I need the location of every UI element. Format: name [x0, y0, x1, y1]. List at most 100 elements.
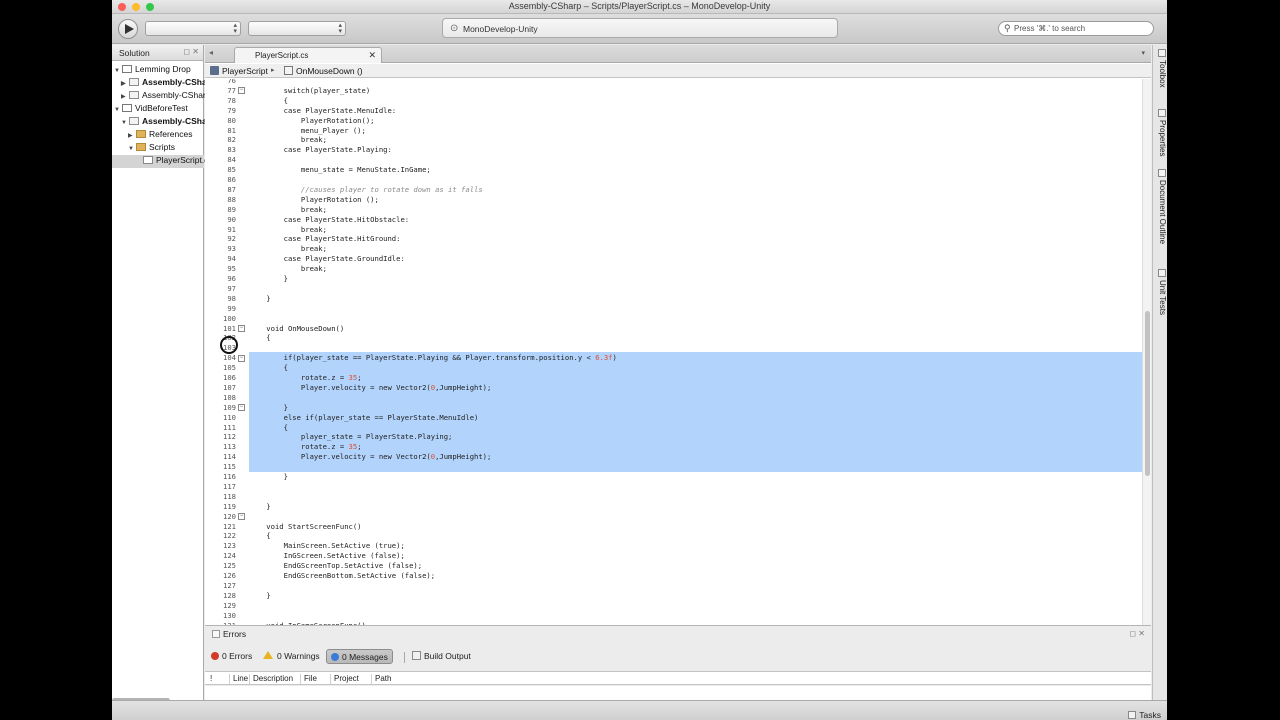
line-number: 92 [227, 234, 236, 244]
warnings-count-label: 0 Warnings [277, 651, 320, 661]
dock-tab-icon [1158, 169, 1166, 177]
configuration-select[interactable]: ▴ ▾ [145, 21, 241, 36]
search-input[interactable]: ⚲ Press '⌘.' to search [998, 21, 1154, 36]
line-number: 130 [223, 610, 236, 620]
line-number: 117 [223, 481, 236, 491]
tree-item[interactable]: PlayerScript.cs [135, 155, 213, 168]
tree-item[interactable]: ▼ VidBeforeTest [114, 103, 188, 116]
info-icon [331, 653, 339, 661]
project-icon [129, 91, 139, 99]
tree-item[interactable]: ▼ Assembly-CSharp [121, 116, 215, 129]
expanded-triangle-icon[interactable]: ▼ [121, 120, 129, 126]
line-number: 80 [227, 115, 236, 125]
fold-toggle-icon[interactable]: − [238, 404, 245, 412]
line-number: 99 [227, 303, 236, 313]
errors-title: Errors [223, 629, 247, 639]
line-number: 108 [223, 392, 236, 402]
scrollbar-thumb[interactable] [1145, 311, 1150, 476]
dock-tab-label: Toolbox [1158, 60, 1167, 88]
line-number: 91 [227, 224, 236, 234]
expanded-triangle-icon[interactable]: ▼ [114, 107, 122, 113]
fold-toggle-icon[interactable]: − [238, 87, 245, 95]
line-number: 105 [223, 363, 236, 373]
code-line: player_state = PlayerState.Playing; [249, 432, 453, 442]
breadcrumb-class-label: PlayerScript [222, 66, 268, 76]
tree-item[interactable]: ▼ Lemming Drop [114, 64, 191, 77]
code-line: case PlayerState.HitGround: [249, 234, 401, 244]
column-header[interactable]: Project [330, 674, 359, 684]
fold-toggle-icon[interactable]: − [238, 513, 245, 521]
close-tab-icon[interactable]: ✕ [368, 50, 376, 61]
tree-item[interactable]: ▼ Scripts [128, 142, 175, 155]
line-number: 86 [227, 175, 236, 184]
project-icon [129, 117, 139, 125]
code-line: case PlayerState.GroundIdle: [249, 254, 405, 264]
code-line: { [249, 333, 271, 343]
tree-item[interactable]: ▶ References [128, 129, 192, 142]
code-line: { [249, 531, 271, 541]
collapsed-triangle-icon[interactable]: ▶ [128, 132, 136, 139]
dock-tab-toolbox[interactable]: Toolbox [1155, 49, 1167, 88]
dock-tab-properties[interactable]: Properties [1155, 109, 1167, 156]
line-number: 84 [227, 155, 236, 165]
code-line: menu_Player (); [249, 125, 366, 135]
code-line: else if(player_state == PlayerState.Menu… [249, 412, 479, 422]
breadcrumb-method[interactable]: OnMouseDown () [284, 66, 363, 76]
line-number: 125 [223, 561, 236, 571]
tree-item[interactable]: ▶ Assembly-CSharp [121, 90, 211, 103]
fold-toggle-icon[interactable]: − [238, 354, 245, 362]
code-line: rotate.z = 35; [249, 373, 362, 382]
tab-scroll-left-icon[interactable]: ◂ [209, 48, 213, 57]
code-line: rotate.z = 35; [249, 442, 362, 452]
column-header[interactable]: Description [249, 674, 293, 684]
pane-controls[interactable]: ◻ ✕ [1129, 629, 1145, 638]
tree-item-label: VidBeforeTest [135, 103, 188, 113]
tasks-button[interactable]: Tasks [1128, 710, 1161, 720]
line-number: 119 [223, 501, 236, 511]
messages-filter-button[interactable]: 0 Messages [326, 649, 393, 664]
column-header[interactable]: Line [229, 674, 248, 684]
editor-vertical-scrollbar[interactable] [1142, 79, 1151, 625]
code-editor[interactable]: 76 77−78 79 80 81 82 83 84 85 86 87 88 89 90 91 92 93 94 9… [205, 79, 1142, 625]
line-number: 89 [227, 204, 236, 214]
errors-filter-button[interactable]: 0 Errors [207, 649, 256, 664]
code-line: break; [249, 204, 327, 214]
fold-toggle-icon[interactable]: − [238, 325, 245, 332]
column-header[interactable]: File [300, 674, 317, 684]
target-select[interactable]: ▴ ▾ [248, 21, 346, 36]
warning-icon [263, 651, 273, 659]
expanded-triangle-icon[interactable]: ▼ [128, 146, 136, 152]
build-output-button[interactable]: Build Output [408, 649, 475, 664]
dock-tab-document-outline[interactable]: Document Outline [1155, 169, 1167, 244]
tab-playerscript[interactable]: PlayerScript.cs ✕ [234, 47, 382, 63]
tree-item-label: References [149, 129, 193, 139]
expanded-triangle-icon[interactable]: ▼ [114, 68, 122, 74]
line-number: 77 [227, 85, 236, 95]
line-number: 82 [227, 135, 236, 145]
run-button[interactable] [118, 19, 138, 39]
code-line: PlayerRotation(); [249, 115, 375, 125]
tab-list-icon[interactable]: ▾ [1141, 49, 1145, 57]
breadcrumb-class[interactable]: PlayerScript [210, 66, 268, 76]
code-line: menu_state = MenuState.InGame; [249, 165, 431, 175]
collapsed-triangle-icon[interactable]: ▶ [121, 80, 129, 87]
collapsed-triangle-icon[interactable]: ▶ [121, 93, 129, 100]
code-line: { [249, 95, 288, 105]
line-number: 81 [227, 125, 236, 135]
code-line: PlayerRotation (); [249, 194, 379, 204]
warnings-filter-button[interactable]: 0 Warnings [259, 649, 324, 664]
dock-tab-icon [1158, 109, 1166, 117]
line-number: 121 [223, 521, 236, 531]
column-header[interactable]: Path [371, 674, 391, 684]
window-title: Assembly-CSharp – Scripts/PlayerScript.c… [508, 1, 771, 11]
solution-icon [122, 104, 132, 112]
pane-controls[interactable]: ◻ ✕ [183, 47, 199, 56]
code-line: break; [249, 224, 327, 234]
errors-list[interactable] [205, 686, 1151, 701]
dock-tab-unit-tests[interactable]: Unit Tests [1155, 269, 1167, 315]
code-line: switch(player_state) [249, 85, 371, 95]
breadcrumb-separator-icon: ▸ [271, 67, 275, 74]
code-line: } [249, 274, 288, 283]
tree-item[interactable]: ▶ Assembly-CSharp [121, 77, 215, 90]
column-header[interactable]: ! [207, 674, 212, 684]
